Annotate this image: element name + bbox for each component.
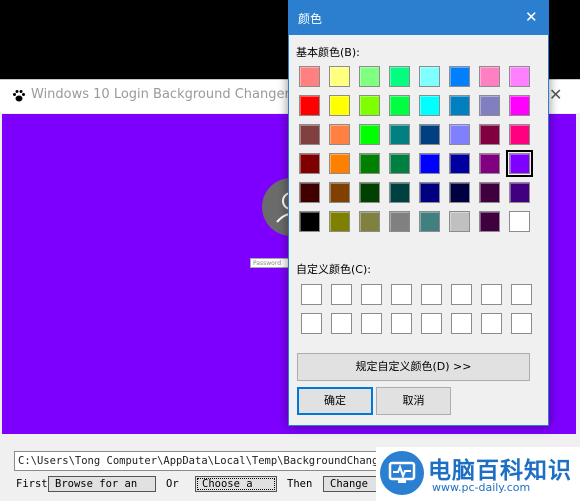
color-swatch-row6-col4[interactable] — [389, 211, 410, 232]
color-dialog: 颜色 ✕ 基本颜色(B): 自定义颜色(C): 规定自定义颜色(D) >> 确定… — [288, 0, 549, 426]
color-swatch-row6-col1[interactable] — [299, 211, 320, 232]
cancel-button[interactable]: 取消 — [376, 387, 451, 415]
paw-icon — [13, 90, 25, 102]
color-swatch-row1-col7[interactable] — [479, 66, 500, 87]
dialog-close-icon[interactable]: ✕ — [525, 8, 538, 26]
color-swatch-row4-col8[interactable] — [506, 150, 533, 177]
color-swatch-row2-col3[interactable] — [359, 95, 380, 116]
app-close-icon[interactable]: ✕ — [549, 85, 562, 104]
color-swatch-row3-col8[interactable] — [509, 124, 530, 145]
color-swatch-row1-col4[interactable] — [389, 66, 410, 87]
color-swatch-row5-col1[interactable] — [299, 182, 320, 203]
custom-color-swatch[interactable] — [421, 284, 442, 305]
color-swatch-row5-col3[interactable] — [359, 182, 380, 203]
color-swatch-row2-col2[interactable] — [329, 95, 350, 116]
ok-button[interactable]: 确定 — [297, 387, 373, 415]
browse-button[interactable]: Browse for an — [48, 476, 156, 492]
color-swatch-row1-col1[interactable] — [299, 66, 320, 87]
color-swatch-row2-col5[interactable] — [419, 95, 440, 116]
custom-color-swatch[interactable] — [451, 313, 472, 334]
define-custom-colors-button[interactable]: 规定自定义颜色(D) >> — [297, 353, 530, 381]
first-label: First — [16, 478, 48, 490]
color-swatch-row1-col3[interactable] — [359, 66, 380, 87]
color-swatch-row5-col6[interactable] — [449, 182, 470, 203]
color-swatch-row5-col2[interactable] — [329, 182, 350, 203]
color-swatch-row3-col6[interactable] — [449, 124, 470, 145]
custom-color-swatch[interactable] — [361, 313, 382, 334]
color-swatch-row1-col6[interactable] — [449, 66, 470, 87]
dialog-title: 颜色 — [298, 12, 323, 26]
monitor-logo-icon — [380, 451, 424, 495]
custom-color-swatch[interactable] — [421, 313, 442, 334]
custom-color-swatch[interactable] — [331, 313, 352, 334]
app-title: Windows 10 Login Background Changer — [31, 87, 290, 102]
color-swatch-row5-col7[interactable] — [479, 182, 500, 203]
color-swatch-row6-col6[interactable] — [449, 211, 470, 232]
or-label: Or — [166, 478, 179, 490]
color-swatch-row6-col3[interactable] — [359, 211, 380, 232]
color-swatch-row5-col4[interactable] — [389, 182, 410, 203]
color-swatch-row1-col2[interactable] — [329, 66, 350, 87]
color-swatch-row6-col5[interactable] — [419, 211, 440, 232]
color-swatch-row3-col3[interactable] — [359, 124, 380, 145]
custom-color-swatch[interactable] — [301, 313, 322, 334]
color-swatch-row3-col7[interactable] — [479, 124, 500, 145]
watermark-url: www.pc-daily.com — [432, 481, 531, 494]
color-swatch-row6-col8[interactable] — [509, 211, 530, 232]
color-swatch-row4-col4[interactable] — [389, 153, 410, 174]
color-swatch-row4-col3[interactable] — [359, 153, 380, 174]
custom-color-swatch[interactable] — [511, 284, 532, 305]
custom-color-swatch[interactable] — [481, 284, 502, 305]
color-swatch-row4-col6[interactable] — [449, 153, 470, 174]
color-swatch-row3-col5[interactable] — [419, 124, 440, 145]
color-swatch-row2-col1[interactable] — [299, 95, 320, 116]
custom-color-swatch[interactable] — [481, 313, 502, 334]
custom-color-swatch[interactable] — [391, 284, 412, 305]
color-swatch-row2-col6[interactable] — [449, 95, 470, 116]
color-swatch-row3-col4[interactable] — [389, 124, 410, 145]
watermark-title: 电脑百科知识 — [428, 458, 572, 484]
password-field: Password — [250, 258, 290, 268]
custom-color-swatch[interactable] — [451, 284, 472, 305]
color-swatch-row5-col5[interactable] — [419, 182, 440, 203]
color-swatch-row2-col8[interactable] — [509, 95, 530, 116]
path-input[interactable]: C:\Users\Tong Computer\AppData\Local\Tem… — [14, 451, 379, 471]
color-swatch-row4-col2[interactable] — [329, 153, 350, 174]
choose-color-button[interactable]: Choose a — [195, 476, 277, 492]
color-swatch-row4-col5[interactable] — [419, 153, 440, 174]
change-button[interactable]: Change — [323, 476, 377, 492]
dialog-titlebar: 颜色 ✕ — [289, 1, 548, 35]
then-label: Then — [287, 478, 313, 490]
color-swatch-row2-col4[interactable] — [389, 95, 410, 116]
color-swatch-row6-col7[interactable] — [479, 211, 500, 232]
color-swatch-row4-col7[interactable] — [479, 153, 500, 174]
custom-color-swatch[interactable] — [361, 284, 382, 305]
color-swatch-row2-col7[interactable] — [479, 95, 500, 116]
color-swatch-row5-col8[interactable] — [509, 182, 530, 203]
custom-color-swatch[interactable] — [301, 284, 322, 305]
custom-color-swatch[interactable] — [511, 313, 532, 334]
watermark: 电脑百科知识 www.pc-daily.com — [376, 447, 580, 501]
color-swatch-row1-col5[interactable] — [419, 66, 440, 87]
color-swatch-row3-col1[interactable] — [299, 124, 320, 145]
custom-color-swatch[interactable] — [331, 284, 352, 305]
basic-colors-label: 基本颜色(B): — [296, 46, 360, 59]
color-swatch-row4-col1[interactable] — [299, 153, 320, 174]
custom-color-swatch[interactable] — [391, 313, 412, 334]
color-swatch-row6-col2[interactable] — [329, 211, 350, 232]
color-swatch-row3-col2[interactable] — [329, 124, 350, 145]
custom-colors-label: 自定义颜色(C): — [296, 263, 371, 276]
color-swatch-row1-col8[interactable] — [509, 66, 530, 87]
